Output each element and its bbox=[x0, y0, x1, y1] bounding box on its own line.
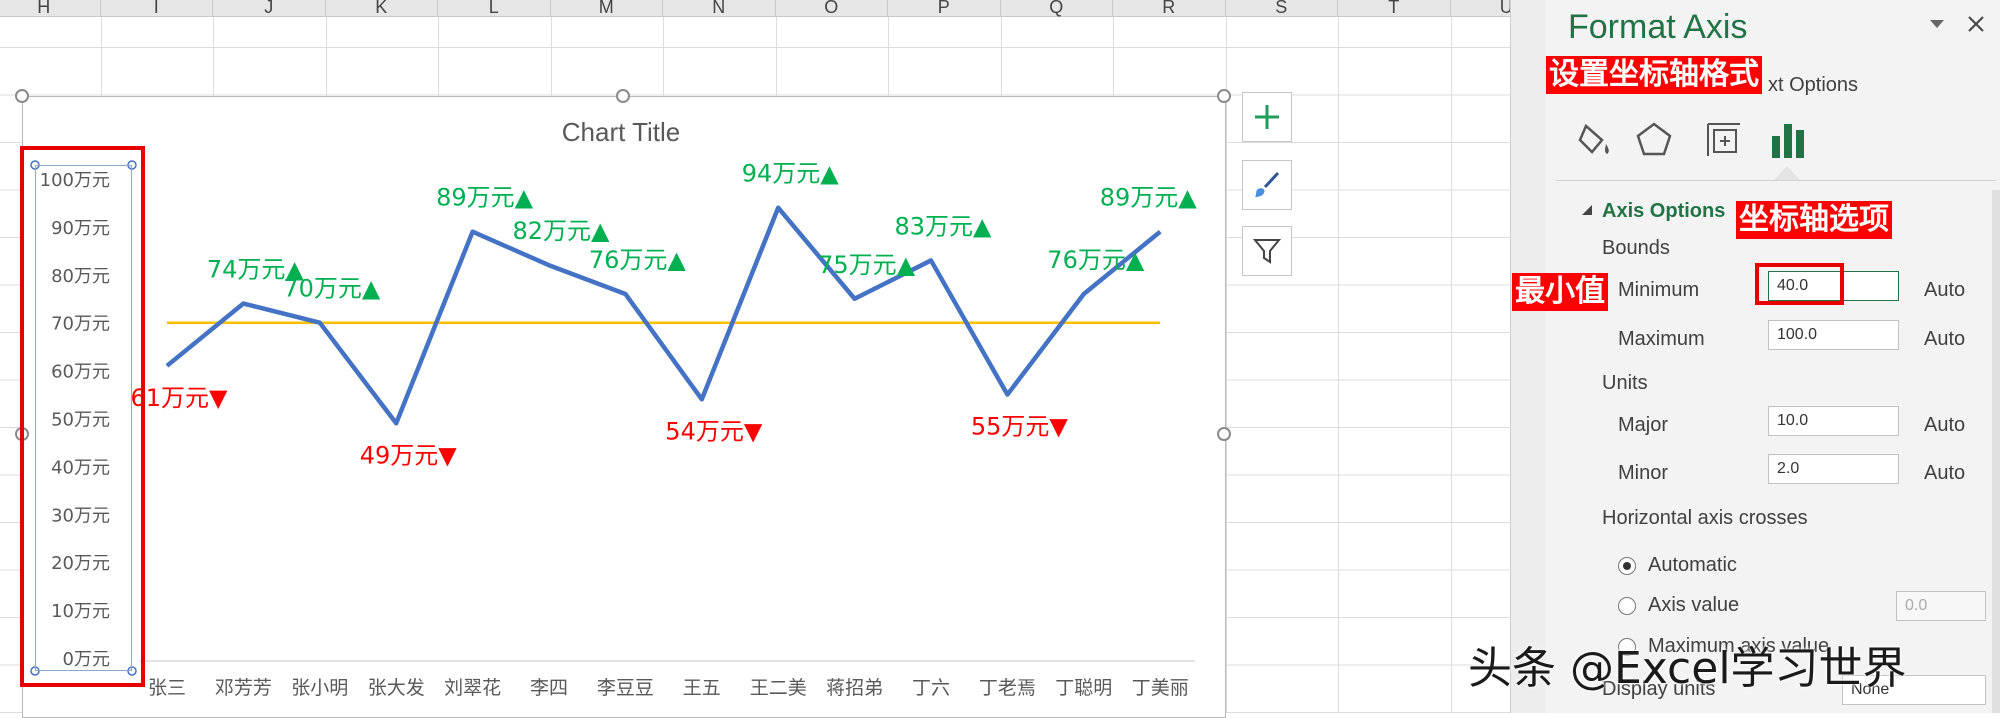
maximum-auto-button[interactable]: Auto bbox=[1924, 328, 1965, 351]
plus-icon bbox=[1255, 105, 1279, 129]
collapse-triangle-icon[interactable] bbox=[1580, 203, 1594, 217]
line-chart[interactable]: Chart Title0万元10万元20万元30万元40万元50万元60万元70… bbox=[0, 0, 1240, 713]
axis-selection-box bbox=[35, 165, 132, 671]
pane-title: Format Axis bbox=[1568, 8, 1748, 46]
data-label: 49万元▼ bbox=[360, 441, 458, 469]
automatic-label[interactable]: Automatic bbox=[1648, 554, 1737, 577]
annotation-min-value: 最小值 bbox=[1512, 273, 1608, 311]
paint-bucket-icon[interactable] bbox=[1576, 120, 1616, 160]
x-category-label: 李豆豆 bbox=[597, 677, 654, 699]
x-category-label: 张三 bbox=[148, 677, 186, 699]
bar-chart-icon[interactable] bbox=[1766, 118, 1810, 162]
minimum-label: Minimum bbox=[1618, 279, 1700, 301]
annotation-set-axis-format: 设置坐标轴格式 bbox=[1546, 56, 1762, 94]
close-icon[interactable] bbox=[1966, 14, 1986, 34]
watermark: 头条 @Excel学习世界 bbox=[1468, 643, 1907, 694]
tab-selected-indicator bbox=[1774, 166, 1800, 180]
axis-value-radio[interactable] bbox=[1618, 597, 1636, 615]
x-category-label: 刘翠花 bbox=[444, 677, 501, 699]
chart-styles-button[interactable] bbox=[1242, 160, 1292, 210]
data-label: 55万元▼ bbox=[971, 413, 1069, 441]
minimum-input-highlight bbox=[1755, 263, 1844, 305]
automatic-radio[interactable] bbox=[1618, 557, 1636, 575]
x-category-label: 丁老焉 bbox=[979, 677, 1036, 699]
pentagon-icon[interactable] bbox=[1634, 120, 1674, 160]
data-label: 70万元▲ bbox=[283, 275, 381, 303]
horizontal-axis-crosses-label: Horizontal axis crosses bbox=[1602, 507, 1808, 529]
axis-value-label[interactable]: Axis value bbox=[1648, 594, 1739, 617]
grid-column-line bbox=[1450, 17, 1452, 713]
maximum-input[interactable]: 100.0 bbox=[1768, 320, 1899, 350]
minor-auto-button[interactable]: Auto bbox=[1924, 462, 1965, 485]
axis-options-section[interactable]: Axis Options bbox=[1602, 200, 1725, 223]
minimum-auto-button[interactable]: Auto bbox=[1924, 279, 1965, 302]
units-label: Units bbox=[1602, 372, 1648, 394]
data-label: 76万元▲ bbox=[1047, 246, 1145, 274]
x-category-label: 丁聪明 bbox=[1055, 677, 1112, 699]
x-category-label: 张小明 bbox=[291, 677, 348, 699]
column-header-t[interactable]: T bbox=[1338, 0, 1451, 16]
x-category-label: 王五 bbox=[683, 677, 721, 699]
x-category-label: 李四 bbox=[530, 677, 568, 699]
chart-elements-button[interactable] bbox=[1242, 92, 1292, 142]
x-category-label: 丁美丽 bbox=[1132, 677, 1189, 699]
tab-text-options[interactable]: xt Options bbox=[1768, 74, 1858, 97]
x-category-label: 张大发 bbox=[368, 677, 425, 699]
data-label: 83万元▲ bbox=[895, 212, 993, 240]
pane-scrollbar[interactable] bbox=[1992, 190, 2000, 713]
data-label: 89万元▲ bbox=[1100, 184, 1198, 212]
major-input[interactable]: 10.0 bbox=[1768, 406, 1899, 436]
data-label: 76万元▲ bbox=[589, 246, 687, 274]
column-header-s[interactable]: S bbox=[1226, 0, 1338, 16]
maximum-label: Maximum bbox=[1618, 328, 1705, 350]
data-label: 82万元▲ bbox=[513, 217, 611, 245]
chart-resize-handle[interactable] bbox=[616, 89, 630, 103]
x-category-label: 邓芳芳 bbox=[215, 677, 272, 699]
size-properties-icon[interactable] bbox=[1704, 120, 1744, 160]
major-label: Major bbox=[1618, 414, 1669, 436]
minor-label: Minor bbox=[1618, 462, 1669, 484]
axis-value-input[interactable]: 0.0 bbox=[1896, 591, 1986, 621]
data-label: 61万元▼ bbox=[131, 384, 229, 412]
filter-icon bbox=[1252, 239, 1282, 264]
data-label: 54万元▼ bbox=[665, 417, 763, 445]
x-category-label: 蒋招弟 bbox=[826, 677, 883, 699]
chart-filters-button[interactable] bbox=[1242, 226, 1292, 276]
chart-resize-handle[interactable] bbox=[1217, 427, 1231, 441]
series-line[interactable] bbox=[165, 205, 1162, 426]
data-label: 94万元▲ bbox=[742, 160, 840, 188]
chart-resize-handle[interactable] bbox=[1217, 89, 1231, 103]
data-label: 75万元▲ bbox=[818, 251, 916, 279]
vertical-scrollbar[interactable] bbox=[1510, 0, 1547, 713]
chart-resize-handle[interactable] bbox=[15, 89, 29, 103]
minor-input[interactable]: 2.0 bbox=[1768, 454, 1899, 484]
pane-divider bbox=[1556, 180, 1996, 181]
format-axis-pane: Format Axis xt Options Axis Options Boun… bbox=[1546, 0, 2000, 713]
grid-column-line bbox=[1338, 17, 1339, 713]
x-category-label: 王二美 bbox=[750, 677, 807, 699]
data-label: 89万元▲ bbox=[436, 184, 534, 212]
bounds-label: Bounds bbox=[1602, 237, 1670, 259]
x-category-label: 丁六 bbox=[912, 677, 950, 699]
pane-options-dropdown-icon[interactable] bbox=[1928, 18, 1946, 30]
brush-icon bbox=[1255, 171, 1280, 197]
column-header-u[interactable]: U bbox=[1451, 0, 1510, 16]
annotation-axis-options: 坐标轴选项 bbox=[1736, 201, 1892, 239]
chart-title: Chart Title bbox=[562, 117, 681, 147]
major-auto-button[interactable]: Auto bbox=[1924, 414, 1965, 437]
